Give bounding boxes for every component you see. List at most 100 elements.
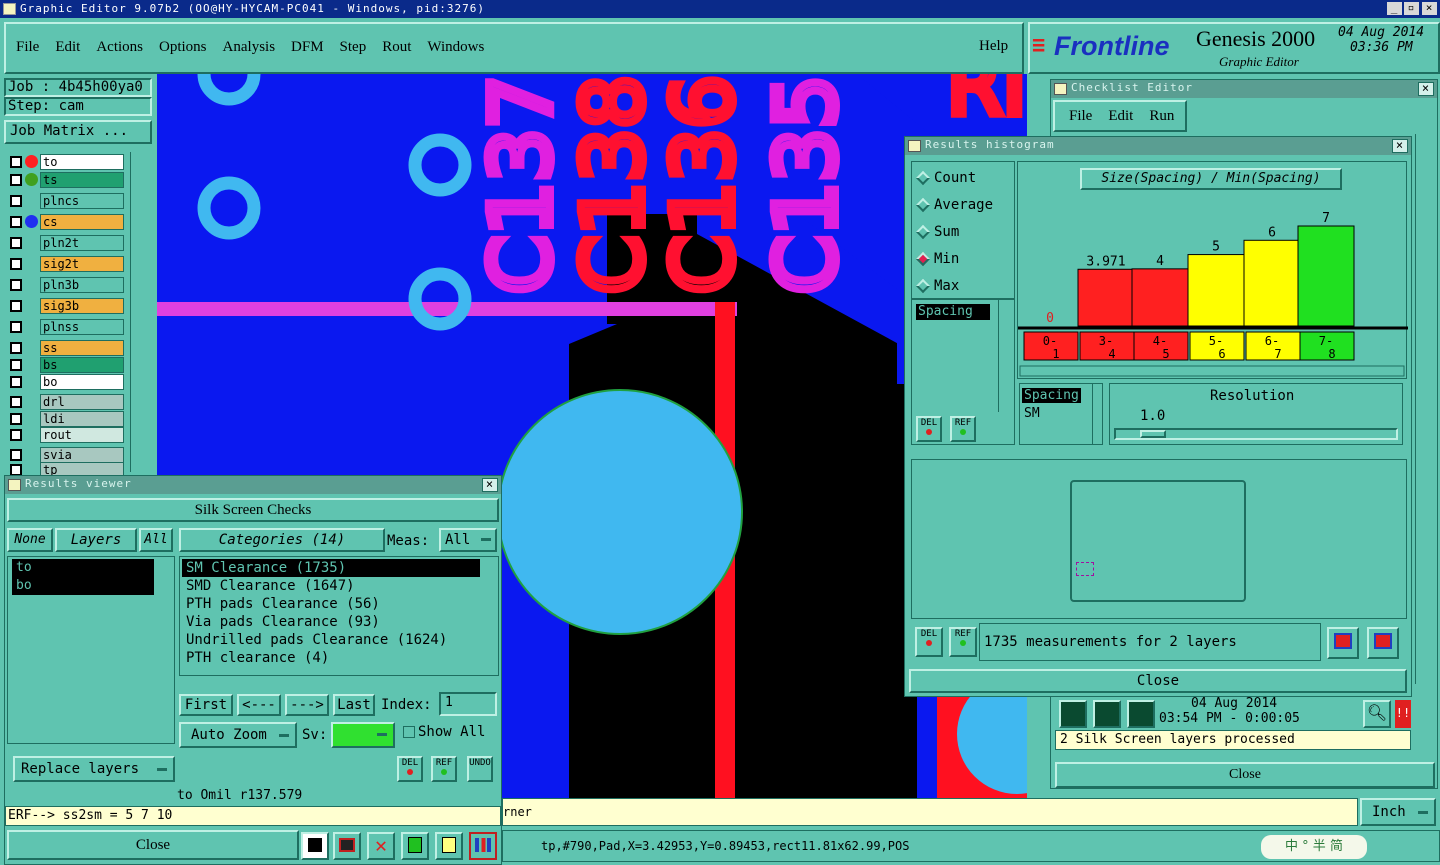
layer-row-drl[interactable]: drl (6, 394, 124, 410)
layer-checkbox[interactable] (10, 413, 22, 425)
layer-row-plncs[interactable]: plncs (6, 193, 124, 209)
layer-checkbox[interactable] (10, 216, 22, 228)
tool-icon-5[interactable] (435, 832, 463, 860)
menu-step[interactable]: Step (340, 39, 367, 55)
checklist-close-button[interactable]: Close (1055, 762, 1435, 788)
layer-row-ss[interactable]: ss (6, 340, 124, 356)
layer-row-sig3b[interactable]: sig3b (6, 298, 124, 314)
stat-option-average[interactable]: Average (915, 195, 993, 215)
histogram-bar[interactable] (1187, 254, 1245, 327)
ime-indicator[interactable]: 中 ° 半 简 (1261, 835, 1367, 859)
meas-dropdown[interactable]: All (439, 528, 497, 552)
histogram-bar[interactable] (1131, 268, 1189, 327)
menu-actions[interactable]: Actions (96, 39, 143, 55)
close-icon[interactable]: × (1392, 139, 1408, 153)
close-window-button[interactable]: × (1422, 2, 1437, 15)
hist-del-button[interactable]: DEL (916, 416, 942, 442)
layer-checkbox[interactable] (10, 156, 22, 168)
categories-listbox[interactable]: SM Clearance (1735) SMD Clearance (1647) P… (179, 556, 499, 676)
menu-file[interactable]: File (16, 39, 39, 55)
stat-option-count[interactable]: Count (915, 168, 976, 188)
tool-icon-1[interactable] (301, 832, 329, 860)
layer-list-item[interactable]: to (12, 559, 154, 577)
hist-ref-button-2[interactable]: REF (949, 627, 977, 657)
menu-analysis[interactable]: Analysis (223, 39, 276, 55)
job-matrix-button[interactable]: Job Matrix ... (4, 120, 152, 144)
tool-icon-2[interactable] (333, 832, 361, 860)
layers-listbox[interactable]: to bo (7, 556, 175, 744)
checklist-menu-run[interactable]: Run (1149, 108, 1174, 124)
last-button[interactable]: Last (333, 694, 375, 716)
all-layers-button[interactable]: All (139, 528, 173, 552)
close-icon[interactable]: × (1418, 82, 1434, 96)
hist-ref-button[interactable]: REF (950, 416, 976, 442)
menu-options[interactable]: Options (159, 39, 207, 55)
category-item[interactable]: PTH clearance (4) (182, 649, 480, 667)
first-button[interactable]: First (179, 694, 233, 716)
replace-layers-dropdown[interactable]: Replace layers (13, 756, 175, 782)
layer-checkbox[interactable] (10, 396, 22, 408)
layer-checkbox[interactable] (10, 429, 22, 441)
layer-row-plnss[interactable]: plnss (6, 319, 124, 335)
layer-scrollbar[interactable] (130, 152, 152, 472)
menu-windows[interactable]: Windows (427, 39, 484, 55)
help-menu[interactable]: Help (979, 38, 1008, 55)
units-dropdown[interactable]: Inch (1360, 798, 1436, 826)
category-item[interactable]: PTH pads Clearance (56) (182, 595, 480, 613)
menu-rout[interactable]: Rout (382, 39, 411, 55)
checklist-scrollbar[interactable] (1415, 134, 1435, 684)
tool-icon-4[interactable] (401, 832, 429, 860)
minimize-button[interactable]: _ (1387, 2, 1402, 15)
sv-color-dropdown[interactable] (331, 722, 395, 748)
layer-row-pln2t[interactable]: pln2t (6, 235, 124, 251)
layer-row-ts[interactable]: ts (6, 172, 124, 188)
zoom-icon[interactable]: 🔍︎ (1363, 700, 1391, 728)
checklist-menu-file[interactable]: File (1069, 108, 1092, 124)
close-icon[interactable]: × (482, 478, 498, 492)
stat-option-max[interactable]: Max (915, 276, 959, 296)
resolution-slider[interactable] (1114, 428, 1398, 440)
layer-checkbox[interactable] (10, 376, 22, 388)
layer-list-item[interactable]: bo (12, 577, 154, 595)
hist-del-button-2[interactable]: DEL (915, 627, 943, 657)
category-item[interactable]: SM Clearance (1735) (182, 559, 480, 577)
stat-option-sum[interactable]: Sum (915, 222, 959, 242)
field-scrollbar[interactable] (998, 300, 1014, 412)
layer-row-sig2t[interactable]: sig2t (6, 256, 124, 272)
menu-dfm[interactable]: DFM (291, 39, 324, 55)
run-all-icon[interactable] (1059, 700, 1087, 728)
field-item-spacing[interactable]: Spacing (916, 304, 990, 320)
layer-checkbox[interactable] (10, 321, 22, 333)
layer-checkbox[interactable] (10, 342, 22, 354)
results-close-button[interactable]: Close (7, 830, 299, 860)
histogram-close-button[interactable]: Close (909, 669, 1407, 693)
layer-row-to[interactable]: to (6, 154, 124, 170)
index-input[interactable]: 1 (439, 692, 497, 716)
run-icon[interactable] (1093, 700, 1121, 728)
del-button[interactable]: DEL (397, 756, 423, 782)
layers-button[interactable]: Layers (55, 528, 137, 552)
layer-checkbox[interactable] (10, 279, 22, 291)
histogram-bar[interactable] (1077, 268, 1135, 327)
selection-scrollbar[interactable] (1092, 384, 1104, 444)
layer-row-rout[interactable]: rout (6, 427, 124, 443)
layer-checkbox[interactable] (10, 359, 22, 371)
show-all-checkbox[interactable] (403, 726, 415, 738)
prev-button[interactable]: <--- (237, 694, 281, 716)
category-item[interactable]: Undrilled pads Clearance (1624) (182, 631, 480, 649)
undo-button[interactable]: UNDO (467, 756, 493, 782)
checklist-menu-edit[interactable]: Edit (1108, 108, 1133, 124)
export-icon-2[interactable] (1367, 627, 1399, 659)
export-icon-1[interactable] (1327, 627, 1359, 659)
auto-zoom-dropdown[interactable]: Auto Zoom (179, 722, 297, 748)
field-listbox[interactable]: Spacing DEL REF (911, 299, 1015, 445)
histogram-bar[interactable] (1243, 239, 1301, 327)
tool-icon-3[interactable]: ✕ (367, 832, 395, 860)
layer-row-bs[interactable]: bs (6, 357, 124, 373)
layer-checkbox[interactable] (10, 195, 22, 207)
category-item[interactable]: SMD Clearance (1647) (182, 577, 480, 595)
categories-button[interactable]: Categories (14) (179, 528, 385, 552)
maximize-button[interactable]: ▫ (1404, 2, 1419, 15)
layer-row-ldi[interactable]: ldi (6, 411, 124, 427)
histogram-icon[interactable] (469, 832, 497, 860)
